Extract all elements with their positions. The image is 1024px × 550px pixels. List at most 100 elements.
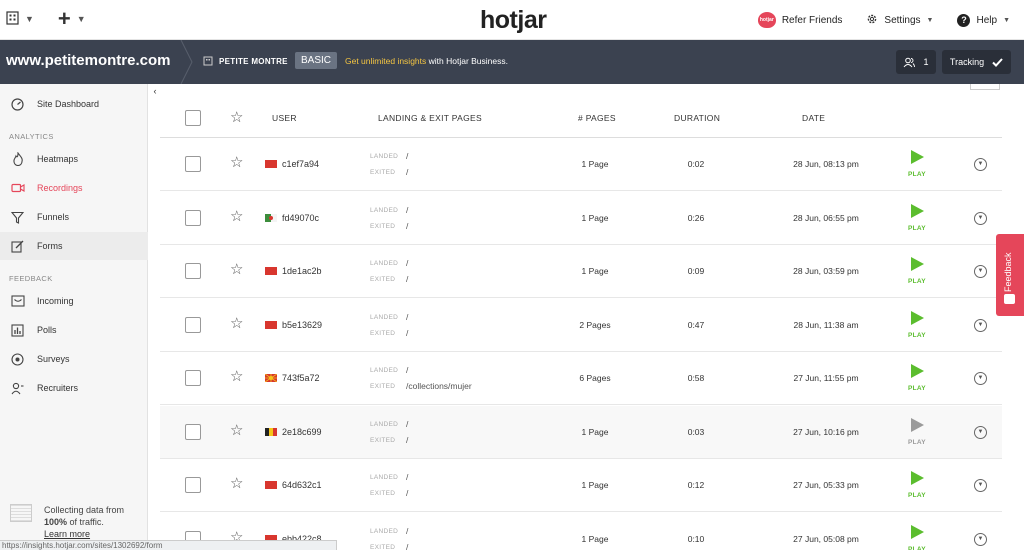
sidebar-item-incoming[interactable]: Incoming [0,287,148,315]
table-row[interactable]: ☆ 64d632c1 LANDED / EXITED / 1 Page 0:12 27 Jun,… [160,459,1002,512]
duration: 0:09 [687,266,705,276]
row-options-icon[interactable]: ▼ [974,426,987,439]
top-right-controls: hotjar Refer Friends Settings ▼ ? Help ▼ [757,12,1010,28]
play-icon[interactable] [910,471,924,485]
star-icon[interactable]: ☆ [230,209,243,224]
site-domain[interactable]: www.petitemontre.com [6,52,170,69]
play-icon[interactable] [910,311,924,325]
star-icon[interactable]: ☆ [230,110,243,125]
user-id[interactable]: 1de1ac2b [282,266,322,276]
play-icon[interactable] [910,364,924,378]
date: 27 Jun, 05:33 pm [793,480,859,490]
table-row[interactable]: ☆ b5e13629 LANDED / EXITED / 2 Pages 0:47 28 Jun… [160,299,1002,352]
play-label[interactable]: PLAY [908,332,926,339]
row-checkbox[interactable] [185,210,201,226]
learn-more-link[interactable]: Learn more [44,529,90,539]
video-camera-icon [10,182,25,195]
page-count: 1 Page [581,534,609,544]
user-id[interactable]: 64d632c1 [282,480,322,490]
table-row[interactable]: ☆ fd49070c LANDED / EXITED / 1 Page 0:26 28 Jun,… [160,192,1002,245]
sidebar-item-polls[interactable]: Polls [0,316,148,344]
flame-icon [10,152,25,166]
sidebar-item-recordings[interactable]: Recordings [0,174,148,202]
header-landing-exit-pages: LANDING & EXIT PAGES [378,113,482,123]
user-id[interactable]: b5e13629 [282,320,322,330]
landed-page: / [406,472,409,482]
row-checkbox[interactable] [185,424,201,440]
row-options-icon[interactable]: ▼ [974,212,987,225]
row-checkbox[interactable] [185,156,201,172]
table-row[interactable]: ☆ c1ef7a94 LANDED / EXITED / 1 Page 0:02 28 Jun,… [160,138,1002,191]
sidebar-item-label: Funnels [37,212,70,222]
feedback-tab[interactable]: Feedback [996,234,1024,316]
help-menu[interactable]: ? Help ▼ [957,13,1010,27]
table-row[interactable]: ☆ 2e18c699 LANDED / EXITED / 1 Page 0:03 27 Jun,… [160,406,1002,459]
play-icon[interactable] [910,525,924,539]
row-options-icon[interactable]: ▼ [974,265,987,278]
row-options-icon[interactable]: ▼ [974,319,987,332]
play-icon[interactable] [910,418,924,432]
star-icon[interactable]: ☆ [230,423,243,438]
table-header: ☆ USER LANDING & EXIT PAGES # PAGES DURA… [160,102,1002,138]
view-options-icon[interactable] [970,84,1000,90]
sidebar-item-label: Forms [37,241,63,251]
sidebar-item-forms[interactable]: Forms [0,232,148,260]
row-checkbox[interactable] [185,263,201,279]
user-id[interactable]: c1ef7a94 [282,159,319,169]
user-id[interactable]: 743f5a72 [282,373,320,383]
row-checkbox[interactable] [185,370,201,386]
play-label[interactable]: PLAY [908,385,926,392]
row-checkbox[interactable] [185,477,201,493]
sidebar-item-heatmaps[interactable]: Heatmaps [0,145,148,173]
table-row[interactable]: ☆ 1de1ac2b LANDED / EXITED / 1 Page 0:09 28 Jun,… [160,245,1002,298]
user-id[interactable]: 2e18c699 [282,427,322,437]
play-label[interactable]: PLAY [908,278,926,285]
site-name[interactable]: PETITE MONTRE [203,56,288,66]
hotjar-logo[interactable]: hotjar [480,6,547,35]
team-users-button[interactable]: 1 [896,50,936,74]
row-options-icon[interactable]: ▼ [974,158,987,171]
row-options-icon[interactable]: ▼ [974,479,987,492]
row-options-icon[interactable]: ▼ [974,533,987,546]
feedback-icon [1004,294,1015,304]
play-label[interactable]: PLAY [908,439,926,446]
star-icon[interactable]: ☆ [230,476,243,491]
tracking-status-button[interactable]: Tracking [942,50,1011,74]
sidebar-item-surveys[interactable]: Surveys [0,345,148,373]
breadcrumb-separator [180,40,193,84]
select-all-checkbox[interactable] [185,110,201,126]
sidebar-item-recruiters[interactable]: Recruiters [0,374,148,402]
play-label[interactable]: PLAY [908,225,926,232]
duration: 0:26 [687,213,705,223]
sidebar-item-site-dashboard[interactable]: Site Dashboard [0,90,148,118]
table-row[interactable]: ☆ 743f5a72 LANDED / EXITED/collections/mujer… [160,352,1002,405]
exited-page: / [406,542,409,550]
analytics-section-title: ANALYTICS [9,132,54,141]
play-icon[interactable] [910,204,924,218]
star-icon[interactable]: ☆ [230,155,243,170]
play-label[interactable]: PLAY [908,546,926,550]
sidebar-item-funnels[interactable]: Funnels [0,203,148,231]
play-icon[interactable] [910,150,924,164]
upsell-link[interactable]: Get unlimited insights [345,56,426,66]
row-options-icon[interactable]: ▼ [974,372,987,385]
building-icon[interactable] [6,10,19,28]
chevron-down-icon[interactable]: ▼ [25,14,34,24]
exited-label: EXITED [370,490,396,497]
dashboard-icon [10,97,25,111]
exited-page: / [406,435,409,445]
page-count: 1 Page [581,427,609,437]
play-label[interactable]: PLAY [908,492,926,499]
play-label[interactable]: PLAY [908,171,926,178]
chevron-down-icon[interactable]: ▼ [77,14,86,24]
star-icon[interactable]: ☆ [230,262,243,277]
settings-menu[interactable]: Settings ▼ [866,13,933,28]
play-icon[interactable] [910,257,924,271]
row-checkbox[interactable] [185,317,201,333]
collection-rate-note: Collecting data from 100% of traffic. Le… [10,504,124,540]
add-button[interactable]: + [58,8,71,30]
user-id[interactable]: fd49070c [282,213,319,223]
star-icon[interactable]: ☆ [230,316,243,331]
star-icon[interactable]: ☆ [230,369,243,384]
refer-friends-link[interactable]: hotjar Refer Friends [757,12,842,28]
